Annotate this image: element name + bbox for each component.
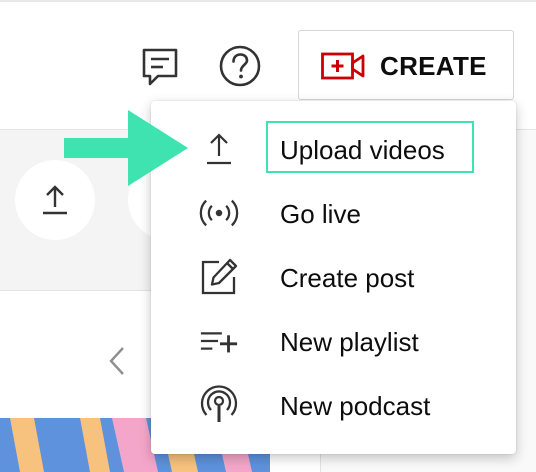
menu-item-new-podcast[interactable]: New podcast	[151, 373, 516, 437]
menu-item-label: New playlist	[280, 327, 419, 357]
create-menu: Upload videos Go live Create post New pl…	[151, 101, 516, 454]
menu-item-label: Upload videos	[280, 135, 445, 165]
menu-item-create-post[interactable]: Create post	[151, 245, 516, 309]
menu-item-label: Go live	[280, 199, 361, 229]
menu-item-label: Create post	[280, 263, 415, 293]
create-button-label: CREATE	[380, 51, 487, 81]
feedback-icon	[142, 48, 178, 86]
create-video-icon	[321, 52, 365, 80]
chevron-left-icon[interactable]	[105, 344, 129, 378]
live-broadcast-icon	[199, 195, 239, 231]
menu-item-go-live[interactable]: Go live	[151, 181, 516, 245]
create-button[interactable]: CREATE	[298, 30, 514, 100]
podcast-icon	[199, 385, 239, 423]
menu-item-new-playlist[interactable]: New playlist	[151, 309, 516, 373]
top-divider	[0, 0, 536, 2]
annotation-arrow	[64, 110, 188, 186]
menu-item-label: New podcast	[280, 391, 431, 421]
feedback-button[interactable]	[137, 44, 183, 90]
menu-item-upload-videos[interactable]: Upload videos	[151, 117, 516, 181]
playlist-add-icon	[199, 323, 239, 359]
help-icon	[219, 45, 261, 87]
upload-icon	[199, 131, 239, 167]
help-button[interactable]	[216, 42, 264, 90]
edit-post-icon	[199, 258, 239, 295]
